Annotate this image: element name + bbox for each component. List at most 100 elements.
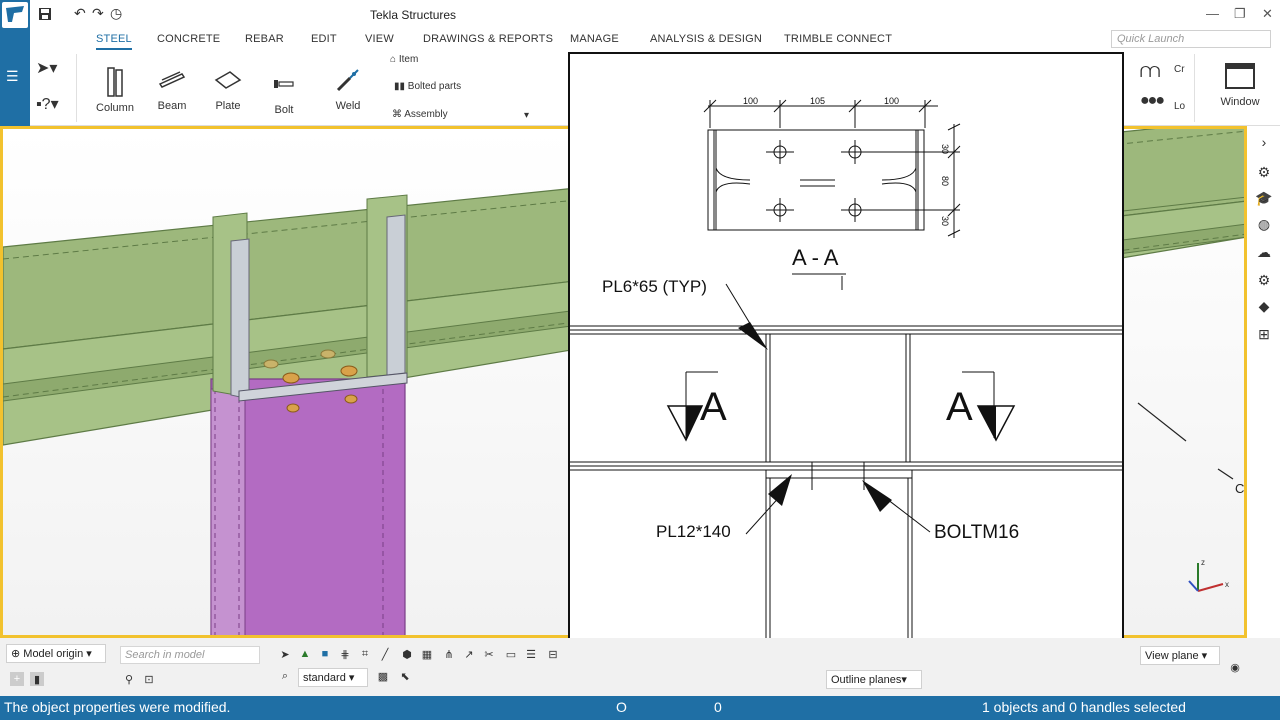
delete-icon[interactable]: ▮ [30,672,44,686]
cr-label: Cr [1174,64,1185,75]
maximize-icon[interactable]: ❐ [1234,6,1246,22]
search-model-input[interactable]: Search in model [120,646,260,664]
view-plane-dropdown[interactable]: View plane ▾ [1140,646,1220,665]
select-weld-icon[interactable]: ⋔ [442,647,456,661]
section-mark-right: A [946,385,973,429]
tab-drawings-reports[interactable]: DRAWINGS & REPORTS [423,33,553,45]
chevron-down-icon[interactable]: ▾ [524,110,529,121]
select-line-icon[interactable]: ╱ [378,647,392,661]
beam-label: Beam [157,100,187,112]
item-button[interactable]: ⌂ Item [390,54,418,65]
grid-plus-icon[interactable]: ⊞ [1254,324,1274,344]
properties-gear-icon[interactable]: ⚙ [1254,162,1274,182]
tab-view[interactable]: VIEW [365,33,394,45]
standard-label: standard [303,672,346,684]
weld-button[interactable]: Weld [328,60,368,112]
standard-dropdown[interactable]: standard ▾ [298,668,368,687]
connection-detail-drawing: 100 105 100 30 80 30 A - A PL6*65 (TYP) [568,52,1124,668]
tab-edit[interactable]: EDIT [311,33,337,45]
magnet-icon[interactable]: ⌕ [278,669,292,683]
eye-icon[interactable]: ◉ [1228,660,1242,674]
section-title: A - A [792,245,839,270]
model-origin-label: Model origin [23,648,84,660]
tab-steel[interactable]: STEEL [96,33,132,50]
view-plane-label: View plane [1145,650,1199,662]
beam-icon [152,60,192,100]
select-pointer-icon[interactable]: ➤ [278,647,292,661]
undo-icon[interactable]: ↶ [74,5,86,22]
lo-label: Lo [1174,101,1186,112]
snap-icon[interactable]: ↗ [462,647,476,661]
chevron-right-icon[interactable]: › [1254,132,1274,152]
tekla-logo-icon[interactable] [2,2,28,28]
select-assembly-icon[interactable]: ⌗ [358,647,372,661]
status-message: The object properties were modified. [4,699,231,715]
dim-right-2: 80 [940,176,950,186]
svg-text:z: z [1201,558,1205,567]
zoom-selected-icon[interactable]: ⊡ [142,672,156,686]
window-button[interactable]: Window [1210,56,1270,108]
tab-manage[interactable]: MANAGE [570,33,619,45]
history-icon[interactable]: ◷ [110,5,122,22]
svg-text:x: x [1225,580,1229,589]
window-label: Window [1220,96,1260,108]
bolted-parts-button[interactable]: ▮▮ Bolted parts [394,81,461,92]
filter-icon[interactable]: ▩ [376,669,390,683]
dim-right-3: 30 [940,216,950,226]
tekla-structures-window: ☰ ↶ ↷ ◷ Tekla Structures — ❐ ✕ STEEL CON… [0,0,1280,720]
tab-rebar[interactable]: REBAR [245,33,284,45]
status-bar: The object properties were modified. O 0… [0,696,1280,720]
callout-pl6: PL6*65 (TYP) [602,277,707,296]
outline-planes-dropdown[interactable]: Outline planes▾ [826,670,922,689]
tab-concrete[interactable]: CONCRETE [157,33,220,45]
model-origin-dropdown[interactable]: ⊕ Model origin ▾ [6,644,106,663]
select-point-icon[interactable]: ▲ [298,647,312,661]
graduation-cap-icon[interactable]: 🎓 [1254,188,1274,208]
minimize-icon[interactable]: — [1206,6,1219,21]
select-component-icon[interactable]: ⬢ [400,647,414,661]
assembly-button[interactable]: ⌘ Assembly [392,109,448,120]
help-snap-icon[interactable]: ▪?▾ [36,94,59,114]
status-o-indicator: O [616,699,627,715]
add-icon[interactable]: + [10,672,24,686]
cut-icon[interactable]: ✂ [482,647,496,661]
reference-icon[interactable]: ☰ [524,647,538,661]
ribbon-tabs: STEEL CONCRETE REBAR EDIT VIEW DRAWINGS … [30,30,1280,50]
close-icon[interactable]: ✕ [1262,6,1273,22]
bolt-button[interactable]: Bolt [264,64,304,116]
callout-pl12: PL12*140 [656,522,731,541]
create-icon[interactable]: ⩋ [1140,60,1160,83]
cloud-icon[interactable]: ☁ [1254,242,1274,262]
layout-dots-icon[interactable]: ●●● [1140,92,1165,110]
plate-button[interactable]: Plate [208,60,248,112]
save-icon[interactable] [38,7,52,24]
hamburger-menu-icon[interactable]: ☰ [6,68,19,85]
cube-icon[interactable]: ◆ [1254,296,1274,316]
dim-top-2: 105 [810,96,825,106]
search-icon[interactable]: ⚲ [122,672,136,686]
globe-icon[interactable]: ◍ [1254,214,1274,234]
dim-top-1: 100 [743,96,758,106]
plane-icon[interactable]: ⊟ [546,647,560,661]
bolted-parts-label: Bolted parts [407,81,462,92]
weld-icon [328,60,368,100]
view-icon[interactable]: ▭ [504,647,518,661]
quick-launch-input[interactable]: Quick Launch [1111,30,1271,48]
select-bolt-icon[interactable]: ▦ [420,647,434,661]
settings-gear-icon[interactable]: ⚙ [1254,270,1274,290]
callout-bolt: BOLTM16 [934,522,1019,543]
pointer-toggle-icon[interactable]: ⬉ [398,669,412,683]
select-part-icon[interactable]: ■ [318,647,332,661]
select-grid-icon[interactable]: ⋕ [338,647,352,661]
dim-top-3: 100 [884,96,899,106]
dim-right-1: 30 [940,144,950,154]
tab-trimble-connect[interactable]: TRIMBLE CONNECT [784,33,892,45]
status-zero-indicator: 0 [714,699,722,715]
select-pointer-icon[interactable]: ➤▾ [36,58,57,78]
beam-button[interactable]: Beam [152,60,192,112]
column-button[interactable]: Column [92,62,138,114]
redo-icon[interactable]: ↷ [92,5,104,22]
tab-analysis-design[interactable]: ANALYSIS & DESIGN [650,33,762,45]
bottom-toolbar: ⊕ Model origin ▾ + ▮ Search in model ⚲ ⊡… [0,638,1280,696]
side-pane-toolbar: › ⚙ 🎓 ◍ ☁ ⚙ ◆ ⊞ [1247,126,1280,638]
